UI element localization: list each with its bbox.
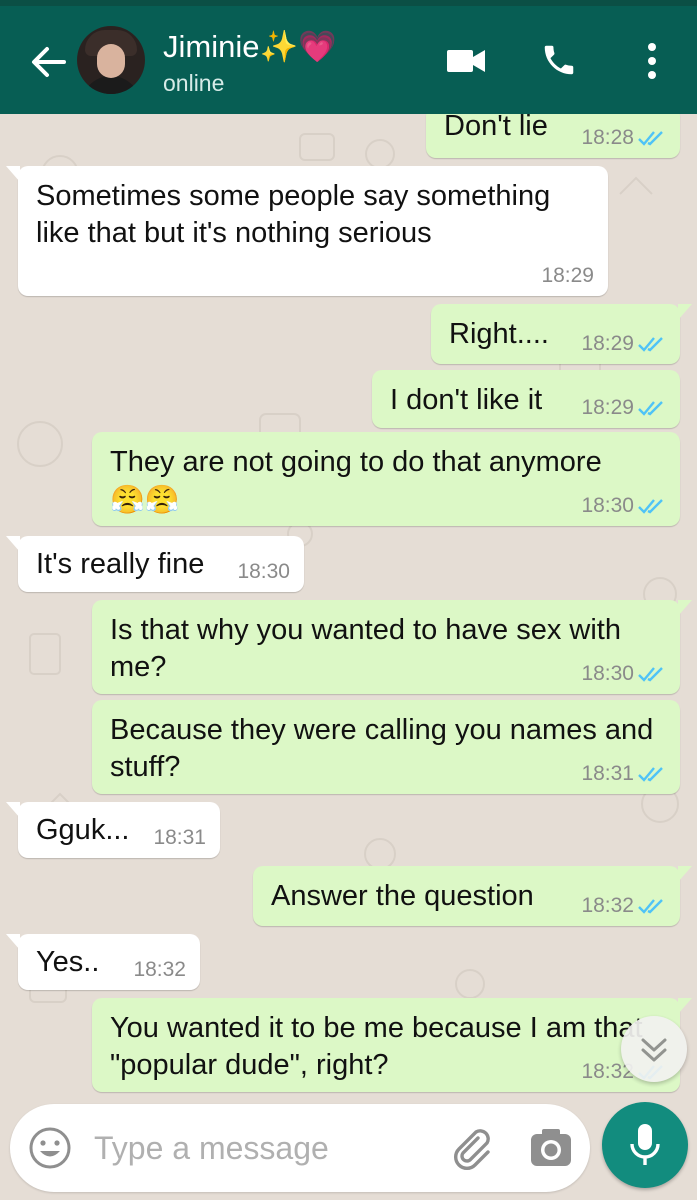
message-text: They are not going to do that anymore [110,446,602,478]
outgoing-message[interactable]: Because they were calling you names and … [92,700,680,794]
message-meta: 18:32 [581,894,666,918]
double-check-icon [638,767,663,782]
double-check-icon [638,667,663,682]
video-camera-icon[interactable] [446,46,486,76]
camera-icon[interactable] [528,1126,574,1170]
scroll-to-bottom-button[interactable] [621,1016,687,1082]
outgoing-message[interactable]: You wanted it to be me because I am that… [92,998,692,1092]
double-check-icon [638,131,663,146]
message-emoji: 😤😤 [110,483,180,516]
message-meta: 18:31 [153,826,206,850]
outgoing-message[interactable]: Answer the question 18:32 [253,866,692,926]
message-time: 18:30 [581,494,634,517]
message-time: 18:31 [581,762,634,785]
double-check-icon [638,401,663,416]
message-time: 18:30 [237,560,290,583]
message-meta: 18:29 [581,332,666,356]
message-time: 18:31 [153,826,206,849]
outgoing-message[interactable]: Is that why you wanted to have sex with … [92,600,692,694]
contact-name[interactable]: Jiminie✨💗 [163,28,337,65]
message-meta: 18:29 [581,396,666,420]
outgoing-message[interactable]: They are not going to do that anymore 😤😤… [92,432,680,526]
message-text: Answer the question [271,880,534,912]
outgoing-message[interactable]: I don't like it 18:29 [372,370,680,428]
voice-record-button[interactable] [602,1102,688,1188]
message-text: Because they were calling you names and … [110,714,654,783]
double-check-icon [638,337,663,352]
incoming-message[interactable]: Sometimes some people say something like… [6,166,608,296]
message-text: Sometimes some people say something like… [36,180,551,249]
message-text: It's really fine [36,548,205,580]
message-time: 18:29 [581,396,634,419]
message-meta: 18:29 [541,264,594,288]
message-input-container [10,1104,590,1192]
double-check-icon [638,899,663,914]
incoming-message[interactable]: Gguk... 18:31 [6,802,220,858]
contact-status: online [163,70,225,96]
double-chevron-down-icon [641,1038,667,1062]
composer-bar [0,1100,697,1200]
message-text: Yes.. [36,946,100,978]
message-input[interactable] [94,1124,424,1172]
outgoing-message[interactable]: Don't lie 18:28 [426,114,680,158]
message-meta: 18:30 [237,560,290,584]
message-meta: 18:32 [133,958,186,982]
incoming-message[interactable]: It's really fine 18:30 [6,536,304,592]
message-meta: 18:28 [581,126,666,150]
arrow-left-icon[interactable] [26,40,70,84]
message-time: 18:28 [581,126,634,149]
more-vert-icon[interactable] [640,40,664,82]
message-time: 18:30 [581,662,634,685]
message-text: I don't like it [390,384,543,416]
outgoing-message[interactable]: Right.... 18:29 [431,304,692,364]
message-text: Gguk... [36,814,130,846]
message-text: You wanted it to be me because I am that… [110,1012,643,1081]
message-meta: 18:30 [581,662,666,686]
avatar[interactable] [77,26,145,94]
message-meta: 18:30 [581,494,666,518]
phone-icon[interactable] [540,40,578,80]
message-meta: 18:31 [581,762,666,786]
message-list[interactable]: Don't lie 18:28 Sometimes some people sa… [0,114,697,1100]
message-text: Don't lie [444,114,548,142]
microphone-icon [630,1124,660,1165]
message-time: 18:29 [541,264,594,287]
incoming-message[interactable]: Yes.. 18:32 [6,934,200,990]
smiley-icon[interactable] [28,1126,72,1170]
chat-header: Jiminie✨💗 online [0,6,697,114]
message-text: Right.... [449,318,549,350]
message-time: 18:32 [581,894,634,917]
message-time: 18:29 [581,332,634,355]
message-text: Is that why you wanted to have sex with … [110,614,621,683]
message-time: 18:32 [133,958,186,981]
double-check-icon [638,499,663,514]
paperclip-icon[interactable] [448,1124,496,1172]
